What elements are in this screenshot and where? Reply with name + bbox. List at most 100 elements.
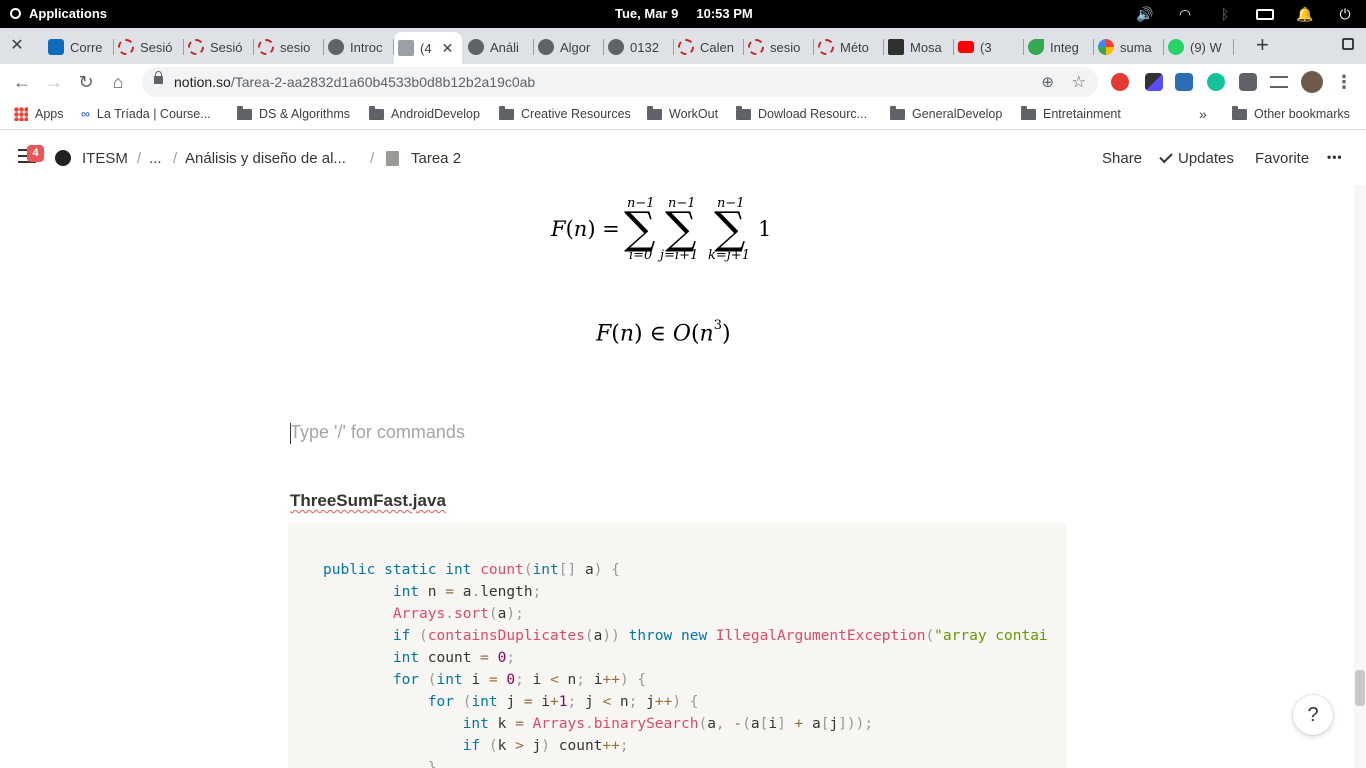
lock-icon[interactable] xyxy=(154,71,163,84)
profile-avatar[interactable] xyxy=(1301,71,1323,93)
browser-tab[interactable]: sesio xyxy=(254,32,324,62)
media-queue-icon[interactable] xyxy=(1270,76,1288,88)
more-options-icon[interactable]: ••• xyxy=(1327,150,1343,164)
browser-tab[interactable]: Corre xyxy=(44,32,114,62)
close-window-icon[interactable]: ✕ xyxy=(8,37,26,55)
updates-button[interactable]: Updates xyxy=(1159,149,1234,167)
bluetooth-icon[interactable]: ᛒ xyxy=(1216,5,1234,23)
browser-tab[interactable]: Mosa xyxy=(884,32,954,62)
applications-menu[interactable]: Applications xyxy=(10,6,107,21)
browser-tab[interactable]: suma xyxy=(1094,32,1164,62)
browser-tab[interactable]: sesio xyxy=(744,32,814,62)
sum-lower-limit: j=i+1 xyxy=(660,248,699,263)
new-tab-button[interactable]: + xyxy=(1256,34,1269,56)
reload-button[interactable]: ↻ xyxy=(76,72,96,92)
home-button[interactable]: ⌂ xyxy=(108,72,128,92)
bookmark-la-triada[interactable]: ∞ La Tríada | Course... xyxy=(81,107,211,121)
screen-capture-extension-icon[interactable] xyxy=(1175,73,1193,91)
browser-tab[interactable]: Sesió xyxy=(114,32,184,62)
code-line[interactable]: if (containsDuplicates(a)) throw new Ill… xyxy=(323,625,1048,647)
tab-title: Análi xyxy=(490,39,519,55)
code-line[interactable]: } xyxy=(323,757,1048,768)
sigma-icon: ∑ xyxy=(665,203,697,254)
code-line[interactable]: Arrays.sort(a); xyxy=(323,603,1048,625)
grammarly-extension-icon[interactable] xyxy=(1207,73,1225,91)
workspace-icon[interactable] xyxy=(55,150,71,166)
forward-button[interactable]: → xyxy=(44,72,64,92)
equation-lhs: F(n) = xyxy=(551,217,620,241)
code-line[interactable]: for (int i = 0; i < n; i++) { xyxy=(323,669,1048,691)
browser-tab[interactable]: (3 xyxy=(954,32,1024,62)
bookmarks-overflow-button[interactable]: » xyxy=(1199,106,1207,122)
bookmark-folder-androiddevelop[interactable]: AndroidDevelop xyxy=(369,105,480,121)
browser-tab[interactable]: 0132 xyxy=(604,32,674,62)
bookmark-folder-workout[interactable]: WorkOut xyxy=(647,105,718,121)
tab-title: Corre xyxy=(70,39,103,55)
folder-icon xyxy=(1232,105,1247,120)
browser-tab[interactable]: Análi xyxy=(464,32,534,62)
browser-tab[interactable]: Méto xyxy=(814,32,884,62)
red-ring-icon xyxy=(258,39,274,55)
bookmark-apps[interactable]: Apps xyxy=(14,107,64,121)
code-text[interactable]: public static int count(int[] a) { int n… xyxy=(323,559,1048,768)
breadcrumb-workspace[interactable]: ITESM xyxy=(82,150,128,167)
empty-block-placeholder[interactable]: Type '/' for commands xyxy=(290,422,465,443)
bookmark-folder-generaldevelop[interactable]: GeneralDevelop xyxy=(890,105,1002,121)
scrollbar-thumb[interactable] xyxy=(1355,670,1365,706)
battery-icon[interactable] xyxy=(1256,8,1274,20)
extensions-puzzle-icon[interactable] xyxy=(1239,73,1257,91)
code-line[interactable]: if (k > j) count++; xyxy=(323,735,1048,757)
equation-block-summation[interactable]: F(n) = n−1 ∑ i=0 n−1 ∑ j=i+1 n−1 ∑ k=j+1… xyxy=(0,185,1354,285)
share-button[interactable]: Share xyxy=(1102,150,1142,167)
close-tab-icon[interactable]: ✕ xyxy=(442,40,454,57)
bookmark-folder-entretainment[interactable]: Entretainment xyxy=(1021,105,1121,121)
browser-tab[interactable]: Algor xyxy=(534,32,604,62)
code-line[interactable]: int n = a.length; xyxy=(323,581,1048,603)
tab-search-icon[interactable] xyxy=(1342,38,1354,50)
globe-icon xyxy=(328,39,344,55)
help-button[interactable]: ? xyxy=(1293,695,1333,735)
bookmark-folder-dowload-resources[interactable]: Dowload Resourc... xyxy=(736,105,867,121)
breadcrumb-separator: / xyxy=(137,150,142,167)
browser-tab[interactable]: Calen xyxy=(674,32,744,62)
browser-tab[interactable]: Sesió xyxy=(184,32,254,62)
adblock-extension-icon[interactable] xyxy=(1111,73,1129,91)
code-line[interactable]: public static int count(int[] a) { xyxy=(323,559,1048,581)
other-bookmarks-folder[interactable]: Other bookmarks xyxy=(1232,105,1350,121)
browser-tab[interactable]: Integ xyxy=(1024,32,1094,62)
volume-icon[interactable]: 🔊 xyxy=(1136,5,1154,23)
zoom-icon[interactable]: ⊕ xyxy=(1041,73,1054,91)
back-button[interactable]: ← xyxy=(12,72,32,92)
equation-block-complexity[interactable]: F(n) ∈ O(n3) xyxy=(596,318,731,346)
notification-bell-icon[interactable]: 🔔 xyxy=(1296,5,1314,23)
notification-count-badge[interactable]: 4 xyxy=(27,145,44,162)
bookmark-folder-ds-algorithms[interactable]: DS & Algorithms xyxy=(237,105,350,121)
code-line[interactable]: int k = Arrays.binarySearch(a, -(a[i] + … xyxy=(323,713,1048,735)
sigma-icon: ∑ xyxy=(714,203,746,254)
power-icon[interactable]: ⏻ xyxy=(1336,5,1354,23)
red-ring-icon xyxy=(118,39,134,55)
url-text[interactable]: notion.so/Tarea-2-aa2832d1a60b4533b0d8b1… xyxy=(174,74,535,90)
browser-tab[interactable]: (4 ✕ xyxy=(394,32,462,64)
browser-tab[interactable]: Introc xyxy=(324,32,394,62)
os-top-bar: Applications Tue, Mar 9 10:53 PM 🔊 ◠ ᛒ 🔔… xyxy=(0,0,1366,28)
code-line[interactable]: for (int j = i+1; j < n; j++) { xyxy=(323,691,1048,713)
bookmark-star-icon[interactable]: ☆ xyxy=(1072,72,1086,92)
breadcrumb-ellipsis[interactable]: ... xyxy=(149,150,162,167)
browser-menu-icon[interactable]: ⋮ xyxy=(1334,72,1354,92)
favorite-button[interactable]: Favorite xyxy=(1255,150,1309,167)
system-clock[interactable]: Tue, Mar 9 10:53 PM xyxy=(615,6,753,21)
bookmark-folder-creative-resources[interactable]: Creative Resources xyxy=(499,105,631,121)
globe-icon xyxy=(538,39,554,55)
color-picker-extension-icon[interactable] xyxy=(1145,73,1163,91)
code-line[interactable]: int count = 0; xyxy=(323,647,1048,669)
browser-tab[interactable]: (9) W xyxy=(1164,32,1234,62)
tab-title: sesio xyxy=(770,39,801,55)
code-block[interactable]: public static int count(int[] a) { int n… xyxy=(288,523,1067,768)
wifi-icon[interactable]: ◠ xyxy=(1176,5,1194,23)
file-heading[interactable]: ThreeSumFast.java xyxy=(290,491,446,511)
breadcrumb-current-page[interactable]: Tarea 2 xyxy=(411,150,461,167)
breadcrumb-parent[interactable]: Análisis y diseño de al... xyxy=(185,150,346,167)
address-bar[interactable]: notion.so/Tarea-2-aa2832d1a60b4533b0d8b1… xyxy=(142,67,1098,97)
tab-title: Sesió xyxy=(210,39,243,55)
